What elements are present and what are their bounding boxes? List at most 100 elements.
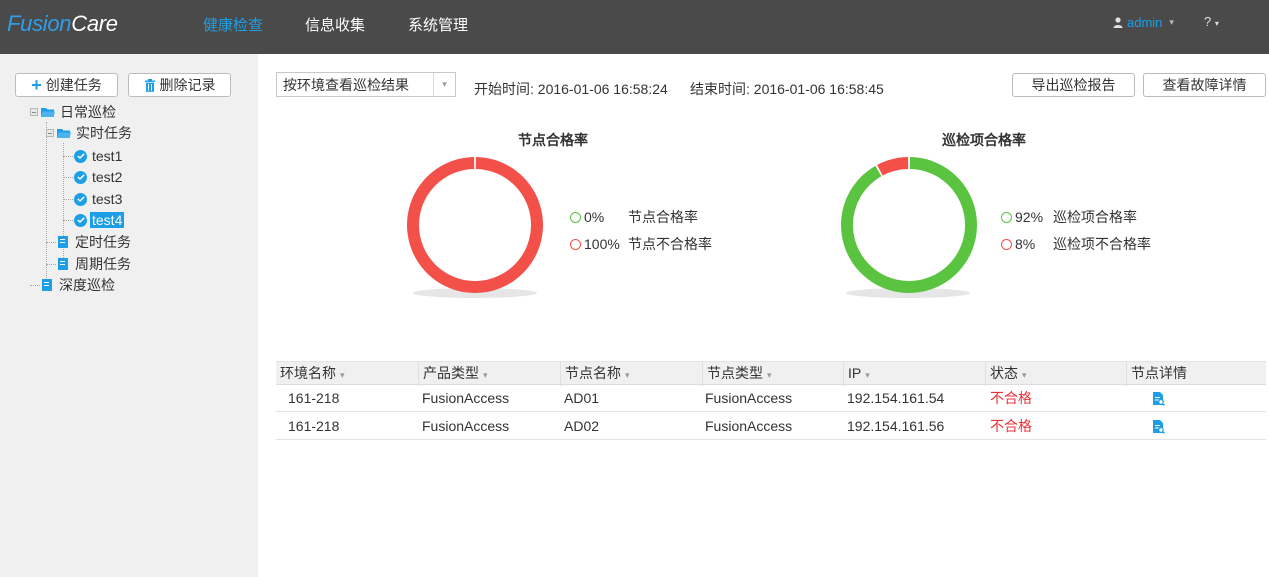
column-header-node[interactable]: 节点名称 ▾ xyxy=(560,362,702,386)
column-label: 节点详情 xyxy=(1131,365,1187,381)
cell-ip: 192.154.161.56 xyxy=(847,418,945,434)
tree-node-periodic[interactable]: 周期任务 xyxy=(58,254,133,274)
column-header-node-type[interactable]: 节点类型 ▾ xyxy=(702,362,843,386)
node-chart-title: 节点合格率 xyxy=(518,132,588,148)
tree-node-scheduled[interactable]: 定时任务 xyxy=(58,232,133,252)
delete-record-button[interactable]: 删除记录 xyxy=(128,73,231,97)
tree-node-test2[interactable]: test2 xyxy=(74,167,124,187)
tree-connector xyxy=(46,242,56,243)
top-bar: FusionCare 健康检查 信息收集 系统管理 admin ▾ ? ▾ xyxy=(0,0,1269,54)
column-header-ip[interactable]: IP ▾ xyxy=(843,362,985,386)
legend-item-fail: 8% 巡检项不合格率 xyxy=(1001,236,1151,252)
legend-label: 节点不合格率 xyxy=(628,236,712,252)
user-name: admin xyxy=(1127,15,1163,30)
chevron-down-icon: ▾ xyxy=(1214,19,1219,28)
tree-label: test2 xyxy=(92,169,123,185)
cell-product: FusionAccess xyxy=(422,418,510,434)
cell-node-type: FusionAccess xyxy=(705,418,793,434)
nav-system-manage[interactable]: 系统管理 xyxy=(408,14,468,35)
table-header: 环境名称 ▾ 产品类型 ▾ 节点名称 ▾ 节点类型 ▾ IP ▾ 状态 ▾ 节点详情 xyxy=(276,361,1266,386)
app-logo[interactable]: FusionCare xyxy=(7,11,118,37)
user-icon xyxy=(1113,17,1123,28)
node-pass-chart xyxy=(407,157,543,298)
column-label: 环境名称 xyxy=(280,365,336,381)
column-label: 节点名称 xyxy=(565,365,621,381)
folder-open-icon xyxy=(57,128,71,138)
help-icon: ? xyxy=(1204,14,1212,29)
document-icon xyxy=(58,258,68,270)
column-header-detail: 节点详情 xyxy=(1126,362,1266,386)
document-icon xyxy=(42,279,52,291)
tree-label: 定时任务 xyxy=(75,234,131,250)
legend-label: 巡检项合格率 xyxy=(1053,209,1137,225)
cell-status: 不合格 xyxy=(990,390,1032,406)
tree-node-deep[interactable]: 深度巡检 xyxy=(42,275,117,295)
tree-label: 日常巡检 xyxy=(60,104,116,120)
tree-node-test3[interactable]: test3 xyxy=(74,189,124,209)
tree-connector xyxy=(63,177,73,178)
column-label: 产品类型 xyxy=(423,365,479,381)
create-task-button[interactable]: + 创建任务 xyxy=(15,73,118,97)
view-mode-select[interactable]: 按环境查看巡检结果 ▾ xyxy=(276,72,456,97)
cell-env: 161-218 xyxy=(288,390,340,406)
collapse-icon[interactable] xyxy=(46,129,54,137)
column-label: 状态 xyxy=(990,365,1018,381)
cell-node: AD02 xyxy=(564,418,600,434)
sort-icon: ▾ xyxy=(865,370,870,380)
tree-node-test4[interactable]: test4 xyxy=(74,210,125,230)
table-row[interactable]: 161-218 FusionAccess AD01 FusionAccess 1… xyxy=(276,385,1266,412)
column-label: 节点类型 xyxy=(707,365,763,381)
sort-icon: ▾ xyxy=(625,370,630,380)
tree-node-daily[interactable]: 日常巡检 xyxy=(30,102,118,122)
trash-icon xyxy=(144,78,155,92)
logo-text-fusion: Fusion xyxy=(7,11,72,36)
tree-connector xyxy=(46,264,56,265)
donut-slice-pass xyxy=(841,157,977,294)
legend-value: 8% xyxy=(1015,236,1036,252)
tree-node-realtime[interactable]: 实时任务 xyxy=(46,123,134,143)
sidebar: + 创建任务 删除记录 日常巡检 实时任务 test1 test2 test3 … xyxy=(0,54,258,577)
item-chart-title: 巡检项合格率 xyxy=(942,132,1026,148)
cell-env: 161-218 xyxy=(288,418,340,434)
document-icon xyxy=(58,236,68,248)
plus-icon: + xyxy=(31,75,42,95)
column-header-status[interactable]: 状态 ▾ xyxy=(985,362,1126,386)
check-circle-icon xyxy=(74,149,87,163)
chevron-down-icon[interactable]: ▾ xyxy=(433,73,455,96)
sort-icon: ▾ xyxy=(340,370,345,380)
legend-marker-pass xyxy=(570,211,581,223)
logo-text-care: Care xyxy=(71,11,118,36)
collapse-icon[interactable] xyxy=(30,108,38,116)
tree-connector xyxy=(30,285,40,286)
delete-record-label: 删除记录 xyxy=(159,77,216,93)
table-row[interactable]: 161-218 FusionAccess AD02 FusionAccess 1… xyxy=(276,413,1266,440)
nav-health-check[interactable]: 健康检查 xyxy=(203,14,263,35)
tree-label: 周期任务 xyxy=(75,256,131,272)
legend-marker-fail xyxy=(570,238,581,250)
chevron-down-icon: ▾ xyxy=(1169,17,1174,27)
export-report-button[interactable]: 导出巡检报告 xyxy=(1012,73,1135,97)
sort-icon: ▾ xyxy=(1022,370,1027,380)
nav-info-collect[interactable]: 信息收集 xyxy=(305,14,365,35)
tree-label: test3 xyxy=(92,191,123,207)
view-fault-button[interactable]: 查看故障详情 xyxy=(1143,73,1266,97)
node-detail-icon[interactable] xyxy=(1152,392,1165,406)
item-pass-chart xyxy=(841,157,977,298)
help-menu[interactable]: ? ▾ xyxy=(1204,14,1219,29)
column-header-product[interactable]: 产品类型 ▾ xyxy=(418,362,560,386)
create-task-label: 创建任务 xyxy=(45,77,102,93)
cell-status: 不合格 xyxy=(990,418,1032,434)
legend-value: 0% xyxy=(584,209,605,225)
check-circle-icon xyxy=(74,192,87,206)
view-fault-label: 查看故障详情 xyxy=(1162,77,1247,93)
user-menu[interactable]: admin ▾ xyxy=(1113,15,1174,30)
node-detail-icon[interactable] xyxy=(1152,420,1165,434)
legend-value: 100% xyxy=(584,236,620,252)
tree-node-test1[interactable]: test1 xyxy=(74,146,124,166)
legend-marker-pass xyxy=(1001,211,1012,223)
legend-label: 节点合格率 xyxy=(628,209,698,225)
column-header-env[interactable]: 环境名称 ▾ xyxy=(276,362,418,386)
legend-label: 巡检项不合格率 xyxy=(1053,236,1151,252)
view-mode-value: 按环境查看巡检结果 xyxy=(283,76,409,93)
legend-value: 92% xyxy=(1015,209,1044,225)
